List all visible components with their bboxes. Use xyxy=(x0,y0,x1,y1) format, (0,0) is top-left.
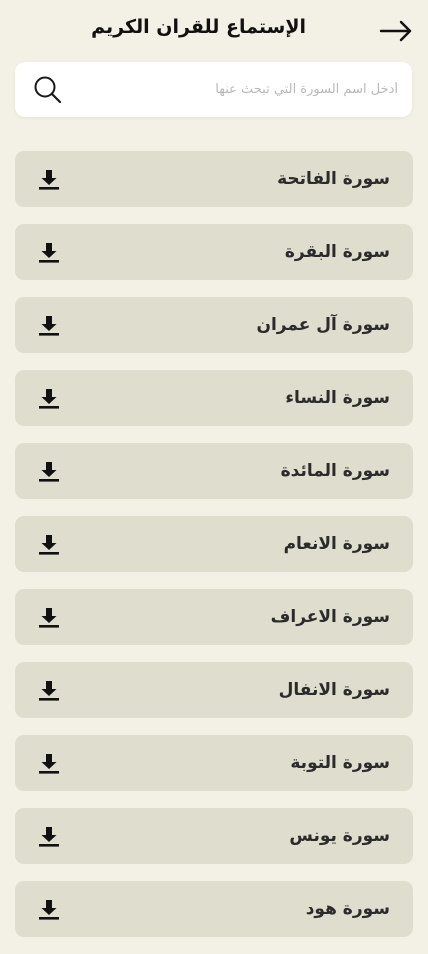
surah-list-item[interactable]: سورة التوبة xyxy=(15,735,413,791)
download-icon[interactable] xyxy=(37,751,61,775)
surah-list-item[interactable]: سورة المائدة xyxy=(15,443,413,499)
search-bar xyxy=(15,62,412,117)
download-icon[interactable] xyxy=(37,386,61,410)
surah-name: سورة الاعراف xyxy=(270,607,390,627)
surah-list-item[interactable]: سورة البقرة xyxy=(15,224,413,280)
surah-name: سورة النساء xyxy=(285,388,390,408)
surah-list-item[interactable]: سورة آل عمران xyxy=(15,297,413,353)
surah-list-item[interactable]: سورة الانفال xyxy=(15,662,413,718)
download-icon[interactable] xyxy=(37,824,61,848)
surah-name: سورة البقرة xyxy=(284,242,390,262)
surah-list-item[interactable]: سورة هود xyxy=(15,881,413,937)
surah-list-item[interactable]: سورة الانعام xyxy=(15,516,413,572)
surah-name: سورة الانعام xyxy=(283,534,390,554)
download-icon[interactable] xyxy=(37,678,61,702)
surah-name: سورة آل عمران xyxy=(256,315,390,335)
surah-name: سورة يونس xyxy=(289,826,390,846)
download-icon[interactable] xyxy=(37,532,61,556)
surah-name: سورة الفاتحة xyxy=(277,169,390,189)
search-icon[interactable] xyxy=(33,75,63,105)
download-icon[interactable] xyxy=(37,459,61,483)
back-button[interactable] xyxy=(378,17,414,45)
download-icon[interactable] xyxy=(37,313,61,337)
surah-list-item[interactable]: سورة النساء xyxy=(15,370,413,426)
surah-name: سورة التوبة xyxy=(290,753,390,773)
surah-name: سورة المائدة xyxy=(280,461,390,481)
download-icon[interactable] xyxy=(37,897,61,921)
surah-list-item[interactable]: سورة الفاتحة xyxy=(15,151,413,207)
app-header: الإستماع للقران الكريم xyxy=(0,0,428,60)
surah-list: سورة الفاتحة سورة البقرة سورة آل عمران س… xyxy=(15,151,413,954)
download-icon[interactable] xyxy=(37,605,61,629)
surah-list-item[interactable]: سورة الاعراف xyxy=(15,589,413,645)
surah-list-item[interactable]: سورة يونس xyxy=(15,808,413,864)
search-input[interactable] xyxy=(88,62,398,117)
surah-name: سورة هود xyxy=(305,899,390,919)
surah-name: سورة الانفال xyxy=(278,680,390,700)
page-title: الإستماع للقران الكريم xyxy=(91,16,306,38)
arrow-right-icon xyxy=(379,20,412,42)
download-icon[interactable] xyxy=(37,240,61,264)
download-icon[interactable] xyxy=(37,167,61,191)
